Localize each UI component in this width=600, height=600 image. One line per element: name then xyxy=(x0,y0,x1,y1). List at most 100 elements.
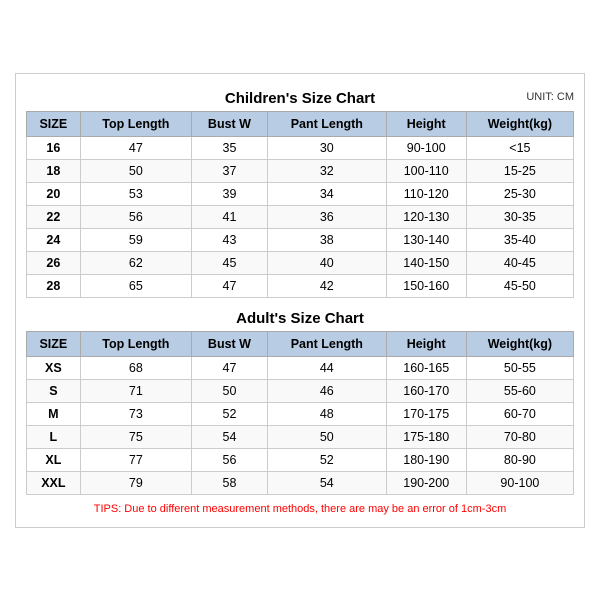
adult-header-row: SIZE Top Length Bust W Pant Length Heigh… xyxy=(27,331,574,356)
table-cell: 80-90 xyxy=(466,448,573,471)
table-row: XS684744160-16550-55 xyxy=(27,356,574,379)
table-row: 18503732100-11015-25 xyxy=(27,159,574,182)
table-cell: 48 xyxy=(267,402,386,425)
table-cell: 32 xyxy=(267,159,386,182)
table-cell: M xyxy=(27,402,81,425)
table-cell: 22 xyxy=(27,205,81,228)
table-row: 28654742150-16045-50 xyxy=(27,274,574,297)
table-cell: 120-130 xyxy=(386,205,466,228)
table-cell: 47 xyxy=(80,136,191,159)
table-cell: 150-160 xyxy=(386,274,466,297)
table-cell: 26 xyxy=(27,251,81,274)
table-cell: 53 xyxy=(80,182,191,205)
table-cell: 36 xyxy=(267,205,386,228)
children-title-text: Children's Size Chart xyxy=(225,90,375,107)
table-cell: 37 xyxy=(191,159,267,182)
table-row: 24594338130-14035-40 xyxy=(27,228,574,251)
table-cell: 15-25 xyxy=(466,159,573,182)
table-cell: 50 xyxy=(80,159,191,182)
table-cell: 79 xyxy=(80,471,191,494)
table-cell: 18 xyxy=(27,159,81,182)
table-cell: 35-40 xyxy=(466,228,573,251)
adult-size-table: SIZE Top Length Bust W Pant Length Heigh… xyxy=(26,331,574,495)
table-cell: 54 xyxy=(267,471,386,494)
col-header-top-length-adult: Top Length xyxy=(80,331,191,356)
table-cell: 100-110 xyxy=(386,159,466,182)
table-cell: 45-50 xyxy=(466,274,573,297)
table-cell: 65 xyxy=(80,274,191,297)
table-cell: 30 xyxy=(267,136,386,159)
table-cell: 24 xyxy=(27,228,81,251)
table-cell: 52 xyxy=(267,448,386,471)
table-cell: 56 xyxy=(80,205,191,228)
size-chart-container: Children's Size Chart UNIT: CM SIZE Top … xyxy=(15,73,585,528)
table-cell: 34 xyxy=(267,182,386,205)
table-row: M735248170-17560-70 xyxy=(27,402,574,425)
children-section-title: Children's Size Chart UNIT: CM xyxy=(26,84,574,111)
table-cell: 20 xyxy=(27,182,81,205)
table-cell: 62 xyxy=(80,251,191,274)
unit-label: UNIT: CM xyxy=(526,91,574,103)
table-cell: 47 xyxy=(191,274,267,297)
table-cell: 58 xyxy=(191,471,267,494)
table-cell: 70-80 xyxy=(466,425,573,448)
table-cell: 73 xyxy=(80,402,191,425)
table-cell: 52 xyxy=(191,402,267,425)
col-header-height-adult: Height xyxy=(386,331,466,356)
col-header-size-adult: SIZE xyxy=(27,331,81,356)
table-cell: 43 xyxy=(191,228,267,251)
table-row: 20533934110-12025-30 xyxy=(27,182,574,205)
table-cell: 56 xyxy=(191,448,267,471)
table-cell: 71 xyxy=(80,379,191,402)
table-row: XXL795854190-20090-100 xyxy=(27,471,574,494)
table-cell: 110-120 xyxy=(386,182,466,205)
table-cell: 160-170 xyxy=(386,379,466,402)
table-cell: 35 xyxy=(191,136,267,159)
table-row: 26624540140-15040-45 xyxy=(27,251,574,274)
table-cell: <15 xyxy=(466,136,573,159)
table-cell: 40 xyxy=(267,251,386,274)
col-header-size-children: SIZE xyxy=(27,111,81,136)
table-cell: 41 xyxy=(191,205,267,228)
table-cell: 45 xyxy=(191,251,267,274)
table-cell: 75 xyxy=(80,425,191,448)
table-cell: 68 xyxy=(80,356,191,379)
col-header-weight-adult: Weight(kg) xyxy=(466,331,573,356)
table-row: XL775652180-19080-90 xyxy=(27,448,574,471)
adult-title-text: Adult's Size Chart xyxy=(236,310,364,327)
table-row: 22564136120-13030-35 xyxy=(27,205,574,228)
table-cell: 170-175 xyxy=(386,402,466,425)
table-row: S715046160-17055-60 xyxy=(27,379,574,402)
table-cell: 60-70 xyxy=(466,402,573,425)
table-cell: 90-100 xyxy=(386,136,466,159)
table-cell: 40-45 xyxy=(466,251,573,274)
table-cell: 39 xyxy=(191,182,267,205)
table-cell: 30-35 xyxy=(466,205,573,228)
table-cell: 140-150 xyxy=(386,251,466,274)
table-cell: 16 xyxy=(27,136,81,159)
col-header-height-children: Height xyxy=(386,111,466,136)
table-cell: 90-100 xyxy=(466,471,573,494)
children-header-row: SIZE Top Length Bust W Pant Length Heigh… xyxy=(27,111,574,136)
table-cell: 180-190 xyxy=(386,448,466,471)
table-cell: S xyxy=(27,379,81,402)
col-header-bust-w-adult: Bust W xyxy=(191,331,267,356)
table-cell: 160-165 xyxy=(386,356,466,379)
table-cell: 38 xyxy=(267,228,386,251)
col-header-top-length-children: Top Length xyxy=(80,111,191,136)
table-row: 1647353090-100<15 xyxy=(27,136,574,159)
table-cell: 50 xyxy=(267,425,386,448)
table-cell: 175-180 xyxy=(386,425,466,448)
table-cell: L xyxy=(27,425,81,448)
tips-text: TIPS: Due to different measurement metho… xyxy=(26,501,574,517)
table-cell: 42 xyxy=(267,274,386,297)
table-row: L755450175-18070-80 xyxy=(27,425,574,448)
table-cell: 47 xyxy=(191,356,267,379)
col-header-bust-w-children: Bust W xyxy=(191,111,267,136)
table-cell: XL xyxy=(27,448,81,471)
table-cell: 190-200 xyxy=(386,471,466,494)
table-cell: 46 xyxy=(267,379,386,402)
table-cell: XS xyxy=(27,356,81,379)
adult-section-title: Adult's Size Chart xyxy=(26,304,574,331)
table-cell: 50 xyxy=(191,379,267,402)
